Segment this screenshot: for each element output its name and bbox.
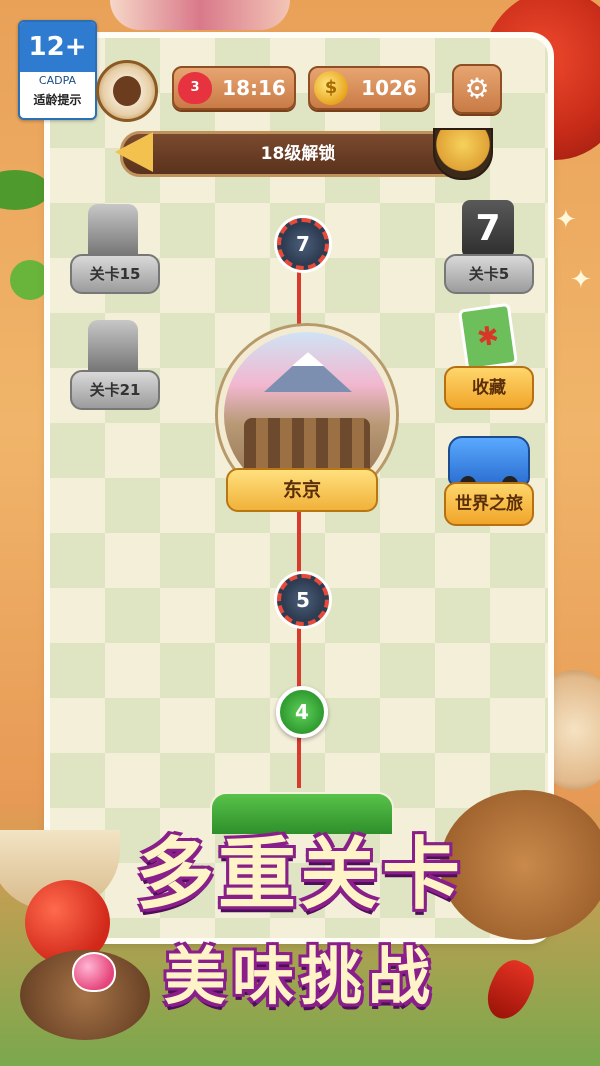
level-15-trophy[interactable]: 关卡15 [70, 200, 160, 294]
trophy-label: 关卡5 [444, 254, 534, 294]
trophy-label: 关卡15 [70, 254, 160, 294]
level-21-trophy[interactable]: 关卡21 [70, 316, 160, 410]
level-node-4[interactable]: 4 [276, 686, 328, 738]
pea-pod-decoration [0, 170, 50, 210]
lives-timer: 18:16 [222, 76, 286, 100]
city-label[interactable]: 东京 [226, 468, 378, 512]
heart-decoration-icon [72, 952, 116, 992]
lobster-card-icon: ✱ [457, 302, 519, 372]
level-node-7[interactable]: 7 [277, 218, 329, 270]
coin-counter[interactable]: $ 1026 [308, 66, 430, 110]
coin-count: 1026 [361, 76, 417, 100]
unlock-text: 18级解锁 [260, 144, 336, 164]
pea-decoration [10, 260, 50, 300]
avatar-face-icon [113, 76, 141, 106]
collection-button[interactable]: ✱ 收藏 [444, 302, 534, 410]
settings-button[interactable]: ⚙ [452, 64, 502, 114]
age-rating: 12+ [20, 22, 95, 72]
rating-org: CADPA [38, 74, 77, 87]
rating-hint: 适龄提示 [33, 93, 82, 107]
level-node-5[interactable]: 5 [277, 574, 329, 626]
level-5-trophy[interactable]: 7 关卡5 [444, 196, 534, 294]
heart-icon: 3 [178, 72, 212, 104]
pot-statue-icon [88, 320, 138, 376]
car-icon [448, 436, 530, 492]
world-tour-button[interactable]: 世界之旅 [444, 426, 534, 526]
gear-icon: ⚙ [464, 72, 490, 105]
calendar-icon: 7 [462, 200, 514, 258]
sparkle-icon: ✦ [555, 205, 577, 235]
lives-counter[interactable]: 3 18:16 [172, 66, 296, 110]
world-tour-label: 世界之旅 [444, 482, 534, 526]
unlock-banner[interactable]: 18级解锁 [115, 128, 493, 180]
trophy-label: 关卡21 [70, 370, 160, 410]
collection-label: 收藏 [444, 366, 534, 410]
age-rating-badge: 12+ CADPA 适龄提示 [18, 20, 97, 120]
meat-decoration [110, 0, 290, 30]
snow-cap-icon [292, 352, 324, 366]
sparkle-icon: ✦ [570, 265, 592, 295]
fondue-pot-icon [433, 128, 493, 180]
player-avatar[interactable] [96, 60, 158, 122]
plant-statue-icon [88, 204, 138, 260]
headline-line-1: 多重关卡 [135, 830, 464, 920]
coin-icon: $ [314, 71, 348, 105]
